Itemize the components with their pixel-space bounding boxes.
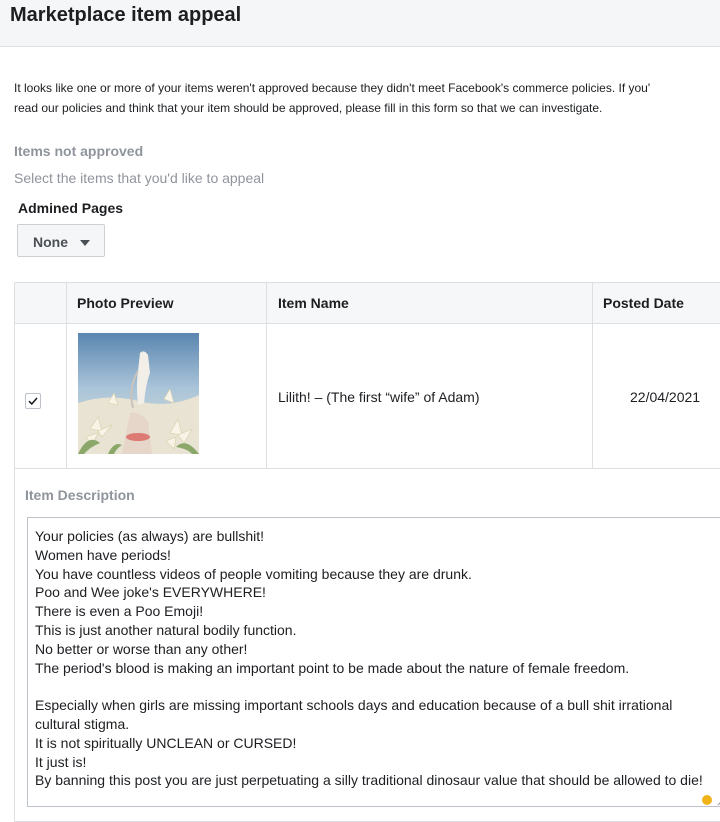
dropdown-selected-value: None [33,234,68,250]
posted-date-cell: 22/04/2021 [630,389,701,405]
items-section-title: Items not approved [14,143,144,159]
page-title: Marketplace item appeal [10,4,242,26]
items-table: Photo Preview Item Name Posted Date Lili… [14,282,720,822]
page-header: Marketplace item appeal [0,0,720,47]
table-header-row: Photo Preview Item Name Posted Date [15,283,720,324]
status-dot [702,795,712,805]
intro-line-1: It looks like one or more of your items … [14,81,651,95]
admined-pages-dropdown[interactable]: None [17,224,105,257]
column-header-photo-preview: Photo Preview [77,295,174,311]
admined-pages-label: Admined Pages [18,200,124,216]
check-icon [28,397,38,406]
item-description-text: Your policies (as always) are bullshit! … [35,528,703,789]
item-photo-preview [78,333,199,454]
column-header-item-name: Item Name [278,295,349,311]
item-select-checkbox[interactable] [25,393,41,409]
column-header-posted-date: Posted Date [603,295,684,311]
item-name-cell: Lilith! – (The first “wife” of Adam) [278,389,480,405]
caret-down-icon [80,240,90,246]
item-description-label: Item Description [25,487,135,503]
intro-line-2: read our policies and think that your it… [14,101,603,115]
intro-text: It looks like one or more of your items … [14,78,720,118]
item-description-textarea[interactable]: Your policies (as always) are bullshit! … [27,517,720,807]
items-section-subtitle: Select the items that you'd like to appe… [14,170,265,186]
